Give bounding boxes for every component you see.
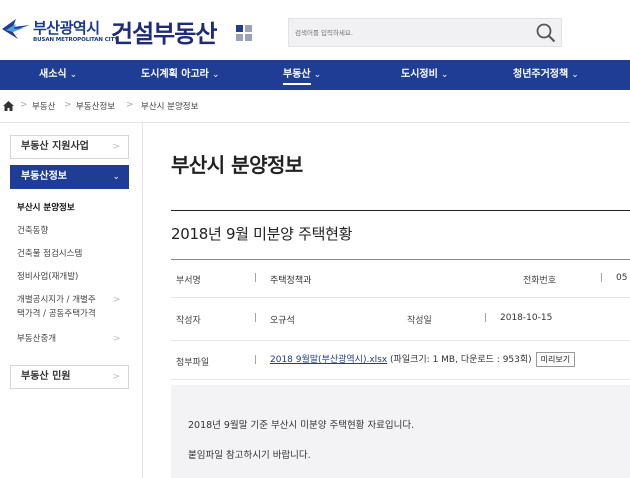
- attachment-file-link[interactable]: 2018 9월말(부산광역시).xlsx: [270, 355, 387, 365]
- breadcrumb-separator: >: [20, 100, 28, 110]
- chevron-down-icon: ⌄: [69, 70, 78, 80]
- all-menu-icon[interactable]: [236, 25, 256, 41]
- gnb-real-estate[interactable]: 부동산 ⌄: [283, 60, 321, 90]
- chevron-down-icon: ⌄: [211, 70, 220, 80]
- author-label: 작성자: [176, 316, 201, 326]
- author-value: 오규석: [270, 316, 295, 326]
- post-title: 2018년 9월 미분양 주택현황: [171, 225, 353, 243]
- chevron-right-icon: >: [113, 295, 121, 305]
- department-label: 부서명: [176, 276, 201, 286]
- site-header: 부산광역시 BUSAN METROPOLITAN CITY 건설부동산: [0, 0, 630, 60]
- chevron-right-icon: >: [112, 372, 120, 382]
- body-text-line: 2018년 9월말 기준 부산시 미분양 주택현황 자료입니다.: [188, 420, 415, 431]
- gnb-agora[interactable]: 도시계획 아고라 ⌄: [141, 60, 219, 90]
- chevron-down-icon: ⌄: [313, 70, 322, 80]
- body-text-line: 붙임파일 참고하시기 바랍니다.: [188, 450, 311, 461]
- sidebar-sub-sale-info[interactable]: 부산시 분양정보: [17, 202, 75, 214]
- sidebar-sub-building-inspection[interactable]: 건축물 점검시스템: [17, 248, 82, 260]
- logo-english-text: BUSAN METROPOLITAN CITY: [33, 37, 119, 43]
- sidebar-item-real-estate-info[interactable]: 부동산정보 ⌄: [10, 165, 129, 189]
- attachment-value: 2018 9월말(부산광역시).xlsx (파일크기: 1 MB, 다운로드 :…: [270, 352, 576, 367]
- date-value: 2018-10-15: [500, 313, 553, 323]
- chevron-down-icon: ⌄: [112, 172, 120, 182]
- field-separator: |: [254, 273, 258, 283]
- sidebar-item-complaints[interactable]: 부동산 민원 >: [10, 365, 129, 389]
- main-navigation: 새소식 ⌄ 도시계획 아고라 ⌄ 부동산 ⌄ 도시정비 ⌄ 청년주거정책 ⌄: [0, 60, 630, 90]
- breadcrumb-separator: >: [126, 100, 134, 110]
- phone-label: 전화번호: [523, 276, 557, 286]
- sidebar-sub-brokerage[interactable]: 부동산중개 >: [17, 333, 121, 345]
- search-icon[interactable]: [535, 22, 557, 44]
- breadcrumb-separator: >: [64, 100, 72, 110]
- gnb-youth-housing[interactable]: 청년주거정책 ⌄: [513, 60, 579, 90]
- field-separator: |: [254, 355, 258, 365]
- post-body: 2018년 9월말 기준 부산시 미분양 주택현황 자료입니다. 붙임파일 참고…: [171, 385, 630, 478]
- breadcrumb-current: 부산시 분양정보: [141, 102, 199, 112]
- field-separator: |: [254, 313, 258, 323]
- busan-logo-icon[interactable]: [2, 17, 30, 41]
- breadcrumb-item[interactable]: 부동산: [32, 100, 55, 112]
- gnb-news[interactable]: 새소식 ⌄: [39, 60, 77, 90]
- search-box: [288, 18, 562, 47]
- site-title[interactable]: 건설부동산: [111, 14, 217, 49]
- chevron-down-icon: ⌄: [571, 70, 579, 80]
- logo-korean-text[interactable]: 부산광역시: [33, 17, 100, 38]
- main-content: 부산시 분양정보 2018년 9월 미분양 주택현황 부서명 | 주택정책과 전…: [142, 123, 630, 478]
- department-value: 주택정책과: [270, 276, 312, 286]
- preview-button[interactable]: 미리보기: [535, 352, 576, 367]
- sidebar-item-support[interactable]: 부동산 지원사업 >: [10, 135, 129, 159]
- sidebar-sub-land-price[interactable]: 개별공시지가 / 개별주 택가격 / 공동주택가격 >: [17, 294, 121, 320]
- chevron-right-icon: >: [112, 142, 120, 152]
- info-row-author: 작성자 | 오규석 작성일 | 2018-10-15: [171, 297, 630, 341]
- field-separator: |: [484, 313, 488, 323]
- chevron-right-icon: >: [113, 334, 121, 344]
- sidebar-sub-redevelopment[interactable]: 정비사업(재개발): [17, 271, 78, 283]
- date-label: 작성일: [407, 316, 432, 326]
- attachment-label: 첨부파일: [176, 358, 210, 368]
- gnb-urban-renewal[interactable]: 도시정비 ⌄: [401, 60, 448, 90]
- title-divider: [171, 210, 630, 211]
- chevron-down-icon: ⌄: [440, 70, 449, 80]
- sidebar-sub-construction-trend[interactable]: 건축동향: [17, 225, 48, 237]
- attachment-meta: (파일크기: 1 MB, 다운로드 : 953회): [387, 355, 532, 365]
- info-row-attachment: 첨부파일 | 2018 9월말(부산광역시).xlsx (파일크기: 1 MB,…: [171, 341, 630, 380]
- search-input[interactable]: [295, 19, 525, 46]
- home-icon[interactable]: [3, 101, 14, 111]
- phone-value: 05: [616, 273, 628, 283]
- page-title: 부산시 분양정보: [171, 153, 303, 177]
- breadcrumb: > 부동산 > 부동산정보 > 부산시 분양정보: [0, 90, 630, 123]
- sidebar: 부동산 지원사업 > 부동산정보 ⌄ 부산시 분양정보 건축동향 건축물 점검시스템…: [0, 123, 143, 478]
- breadcrumb-item[interactable]: 부동산정보: [76, 100, 115, 112]
- info-row-department: 부서명 | 주택정책과 전화번호 | 05: [171, 259, 630, 298]
- field-separator: |: [600, 273, 604, 283]
